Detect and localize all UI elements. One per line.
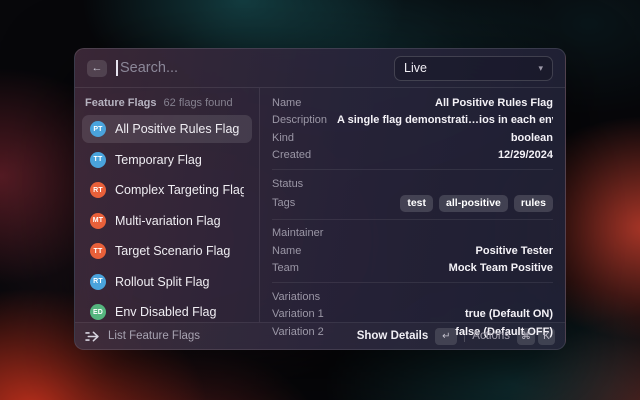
flag-label: Temporary Flag [115,152,202,167]
tag-pill: test [400,194,434,212]
tag-pill: rules [513,194,553,212]
flag-label: Env Disabled Flag [115,305,217,319]
flag-label: Rollout Split Flag [115,274,210,289]
flag-avatar: TT [90,243,106,259]
detail-row: Maintainer [260,225,565,243]
flag-list: PT All Positive Rules Flag TT Temporary Fla… [82,115,252,326]
environment-dropdown-value: Live [404,61,427,75]
detail-row: Tags test all-positive rules [260,193,565,214]
detail-value: 12/29/2024 [497,149,553,162]
flag-label: Multi-variation Flag [115,213,221,228]
detail-row: Variations [260,288,565,306]
search-input[interactable] [116,60,385,76]
flag-list-item[interactable]: RT Complex Targeting Flag [82,176,252,204]
action-bar-right: Show Details ↵ Actions ⌘ K [357,327,555,345]
arrow-left-icon: ← [91,61,103,74]
detail-label: Variation 1 [272,308,324,321]
back-button[interactable]: ← [87,59,107,77]
detail-value: boolean [510,131,553,144]
actions-keycaps: ⌘ K [517,327,555,345]
tag-list: test all-positive rules [400,194,553,212]
detail-value: A single flag demonstrati…ios in each en… [337,114,553,127]
detail-row: Description A single flag demonstrati…ios… [260,112,565,130]
actions-menu-label[interactable]: Actions [472,330,510,342]
detail-label: Description [272,114,328,127]
detail-row: Name All Positive Rules Flag [260,94,565,112]
environment-dropdown[interactable]: Live ▾ [394,55,553,81]
flag-list-item[interactable]: MT Multi-variation Flag [82,207,252,235]
enter-keycap[interactable]: ↵ [435,327,458,345]
detail-section-divider [272,169,553,170]
flag-list-pane: Feature Flags 62 flags found PT All Posit… [75,88,259,322]
detail-label: Kind [272,131,295,144]
flag-list-item[interactable]: RT Rollout Split Flag [82,268,252,296]
cmd-keycap[interactable]: ⌘ [517,327,535,345]
k-keycap[interactable]: K [538,327,555,345]
detail-label: Team [272,262,299,275]
detail-group: Status Tags test all-positive rules [260,172,565,217]
detail-label: Maintainer [272,227,324,240]
detail-section-divider [272,218,553,220]
detail-row: Name Positive Tester [260,242,565,260]
content: Feature Flags 62 flags found PT All Posit… [75,88,565,338]
list-section-header: Feature Flags 62 flags found [82,94,252,115]
detail-value: Mock Team Positive [448,262,553,275]
flag-detail-pane: Name All Positive Rules Flag Description A … [260,88,565,338]
launcher-window: ← Live ▾ Feature Flags 62 flags found PT… [74,48,566,350]
flag-avatar: PT [90,121,106,137]
flag-avatar: MT [90,212,106,229]
action-bar-separator [464,330,466,342]
detail-group: Maintainer Name Positive Tester Team Mock Te… [260,222,565,281]
detail-label: Name [272,96,302,109]
text-caret [116,60,118,76]
detail-value: Positive Tester [475,244,553,257]
detail-row: Variation 1 true (Default ON) [260,306,565,324]
detail-row: Status [260,175,565,193]
detail-section-divider [272,282,553,283]
primary-action-label[interactable]: Show Details [357,330,429,342]
chevron-down-icon: ▾ [538,62,543,73]
list-section-title: Feature Flags [85,97,157,109]
detail-label: Variations [272,290,321,303]
detail-value: true (Default ON) [465,308,553,321]
detail-label: Tags [272,197,296,209]
flag-avatar: RT [90,273,106,290]
flag-avatar: TT [90,151,106,168]
search-bar: ← Live ▾ [75,49,565,87]
search-input-wrap [116,49,385,87]
detail-row: Created 12/29/2024 [260,147,565,165]
detail-value: All Positive Rules Flag [435,96,553,109]
arrow-right-launch-icon [85,330,100,343]
flag-list-item[interactable]: TT Temporary Flag [82,146,252,174]
detail-group: Name All Positive Rules Flag Description A … [260,91,565,167]
detail-label: Name [272,244,302,257]
detail-row: Kind boolean [260,129,565,147]
detail-label: Created [272,149,312,162]
flag-label: All Positive Rules Flag [115,122,240,136]
list-result-count: 62 flags found [163,97,233,109]
flag-avatar: RT [90,182,106,198]
command-name-label: List Feature Flags [108,330,201,342]
flag-list-item[interactable]: TT Target Scenario Flag [82,237,252,265]
detail-row: Team Mock Team Positive [260,260,565,278]
flag-label: Complex Targeting Flag [115,183,244,197]
action-bar: List Feature Flags Show Details ↵ Action… [75,323,565,349]
flag-avatar: ED [90,304,106,320]
flag-list-item[interactable]: PT All Positive Rules Flag [82,115,252,143]
flag-label: Target Scenario Flag [115,244,231,258]
detail-label: Status [272,177,304,190]
tag-pill: all-positive [439,194,508,212]
